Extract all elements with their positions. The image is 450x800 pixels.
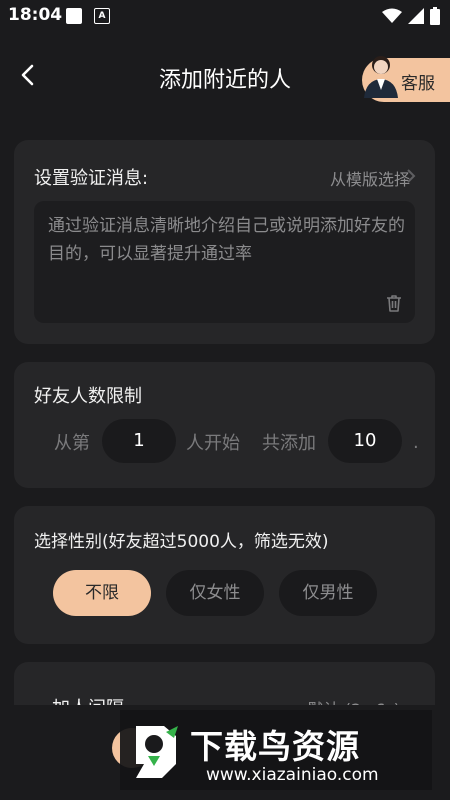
start-suffix-label: 人开始 xyxy=(186,433,240,454)
verify-message-text[interactable]: 通过验证消息清晰地介绍自己或说明添加好友的目的，可以显著提升通过率 xyxy=(48,212,408,268)
total-add-label: 共添加 xyxy=(262,433,316,454)
gender-option-male[interactable]: 仅男性 xyxy=(279,570,377,616)
gender-option-any[interactable]: 不限 xyxy=(53,570,151,616)
watermark-title: 下载鸟资源 xyxy=(190,727,360,766)
status-time: 18:04 xyxy=(8,5,63,25)
trailing-text: . xyxy=(413,432,419,453)
friend-limit-label: 好友人数限制 xyxy=(34,386,142,407)
service-avatar-icon[interactable] xyxy=(362,52,400,98)
gender-label: 选择性别(好友超过5000人，筛选无效) xyxy=(34,532,329,552)
status-bar: 18:04 A xyxy=(0,0,450,32)
signal-icon xyxy=(408,8,424,24)
app-badge-icon: A xyxy=(94,8,110,24)
wifi-icon xyxy=(382,8,402,23)
status-icons xyxy=(382,7,440,25)
total-count-input[interactable]: 10 xyxy=(328,419,402,463)
battery-icon xyxy=(430,7,440,25)
gender-option-female[interactable]: 仅女性 xyxy=(166,570,264,616)
template-select-link[interactable]: 从模版选择 xyxy=(330,166,410,190)
verify-message-label: 设置验证消息: xyxy=(34,168,149,189)
chevron-right-icon[interactable] xyxy=(406,167,416,185)
bird-logo-icon xyxy=(136,726,178,778)
start-index-input[interactable]: 1 xyxy=(102,419,176,463)
customer-service-label[interactable]: 客服 xyxy=(401,69,435,94)
trash-icon[interactable] xyxy=(384,293,404,313)
notification-icon xyxy=(66,8,82,24)
watermark-url: www.xiazainiao.com xyxy=(206,765,379,785)
from-label: 从第 xyxy=(54,433,90,454)
